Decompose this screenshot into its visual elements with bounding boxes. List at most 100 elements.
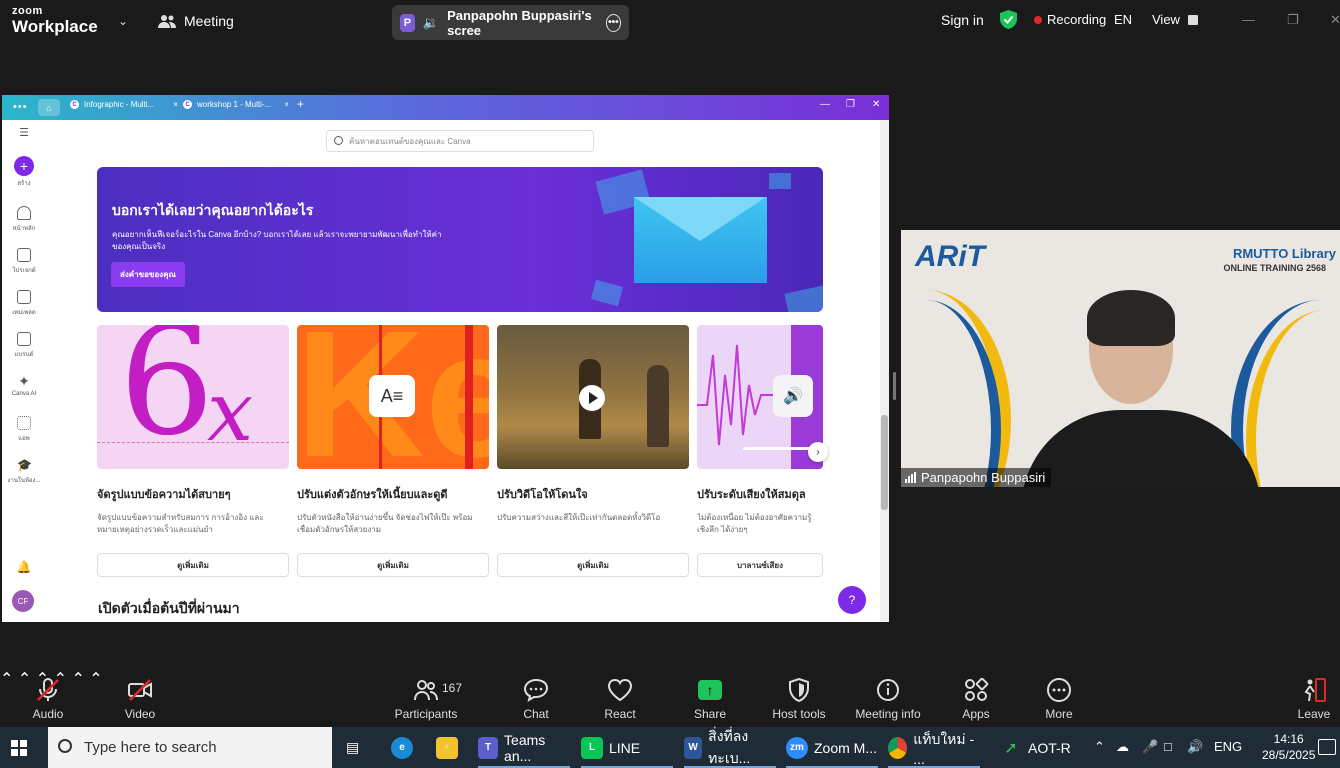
language-button[interactable]: EN	[1114, 12, 1132, 27]
hamburger-icon[interactable]: ☰	[2, 126, 46, 139]
library-subtitle: ONLINE TRAINING 2568	[1223, 263, 1326, 273]
participant-figure	[1021, 290, 1261, 487]
sidebar-item-brand[interactable]: แบรนด์	[2, 332, 46, 359]
browser-maximize-icon[interactable]: ❐	[846, 99, 855, 110]
apps-grid-icon	[17, 416, 31, 430]
share-button[interactable]: ↑ Share	[690, 669, 730, 727]
taskbar-app-teams[interactable]: T Teams an...	[478, 727, 570, 768]
sidebar-item-canva-ai[interactable]: ✦ Canva AI	[2, 374, 46, 397]
card-thumbnail	[497, 325, 689, 469]
new-tab-icon[interactable]: +	[297, 97, 304, 111]
sidebar-item-templates[interactable]: เทมเพลต	[2, 290, 46, 317]
help-button[interactable]: ?	[838, 586, 866, 614]
signal-bars-icon	[905, 472, 916, 483]
screen-share-indicator[interactable]: P 🔉 Panpapohn Buppasiri's scree •••	[392, 5, 629, 40]
sidebar-item-home[interactable]: หน้าหลัก	[2, 206, 46, 233]
browser-close-icon[interactable]: ✕	[872, 99, 880, 110]
recording-indicator[interactable]: Recording	[1034, 12, 1106, 27]
chevron-down-icon[interactable]: ⌄	[118, 14, 128, 28]
close-icon[interactable]: ✕	[1330, 12, 1340, 28]
tray-chevron-icon[interactable]: ⌃	[1094, 739, 1105, 755]
canva-sidebar: ☰ + สร้าง หน้าหลัก โปรเจกต์ เทมเพลต แบรน…	[2, 120, 46, 622]
video-muted-icon	[128, 679, 152, 701]
info-icon	[877, 679, 899, 701]
feature-card[interactable]: ปรับวิดีโอให้โดนใจ ปรับความสว่างและสีให้…	[497, 325, 689, 577]
play-icon[interactable]	[579, 385, 605, 411]
onedrive-icon[interactable]: ☁	[1116, 739, 1129, 755]
carousel-next-icon[interactable]: ›	[808, 442, 828, 462]
minimize-icon[interactable]: —	[1242, 12, 1255, 27]
taskbar-app-chrome[interactable]: แท็บใหม่ - ...	[888, 727, 980, 768]
taskbar-app-line[interactable]: L LINE	[581, 727, 673, 768]
card-desc: ปรับความสว่างและสีให้เป๊ะเท่ากันตลอดทั้ง…	[497, 513, 661, 522]
host-tools-button[interactable]: Host tools	[768, 669, 830, 727]
zoom-logo[interactable]: zoom Workplace	[12, 6, 98, 36]
taskbar-search-input[interactable]: Type here to search	[48, 727, 332, 768]
windows-start-icon[interactable]	[11, 740, 27, 756]
sign-in-link[interactable]: Sign in	[941, 12, 984, 28]
video-button[interactable]: Video	[120, 669, 160, 727]
taskbar-app-zoom[interactable]: zm Zoom M...	[786, 727, 878, 768]
tab-close-icon[interactable]: ×	[173, 100, 178, 109]
notification-icon[interactable]	[1318, 739, 1336, 755]
participants-button[interactable]: Participants	[391, 669, 461, 727]
speaker-icon: 🔉	[422, 14, 440, 30]
sidebar-item-apps[interactable]: แอพ	[2, 416, 46, 443]
scrollbar[interactable]	[880, 120, 889, 622]
more-button[interactable]: More	[1039, 669, 1079, 727]
leave-button[interactable]: Leave	[1294, 669, 1334, 727]
security-shield-icon[interactable]	[1000, 10, 1017, 29]
share-options-caret[interactable]: ⌃	[71, 671, 84, 688]
browser-tab[interactable]: C workshop 1 - Multi-... ×	[183, 100, 289, 109]
browser-tab[interactable]: C Infographic - Multi... ×	[70, 100, 178, 109]
edge-icon[interactable]: e	[391, 727, 413, 768]
learn-more-button[interactable]: ดูเพิ่มเติม	[297, 553, 489, 577]
more-options-icon[interactable]: •••	[605, 13, 621, 32]
bell-icon[interactable]: 🔔	[2, 560, 46, 574]
system-clock[interactable]: 14:16 28/5/2025	[1262, 731, 1315, 763]
meeting-info-button[interactable]: Meeting info	[850, 669, 926, 727]
react-button[interactable]: React	[600, 669, 640, 727]
sidebar-item-create[interactable]: สร้าง	[2, 178, 46, 188]
speaker-icon: 🔊	[773, 375, 813, 417]
sidebar-item-projects[interactable]: โปรเจกต์	[2, 248, 46, 275]
file-explorer-icon[interactable]: ▫	[436, 727, 458, 768]
apps-button[interactable]: Apps	[956, 669, 996, 727]
search-input[interactable]: ค้นหาคอนเทนต์ของคุณและ Canva	[326, 130, 594, 152]
template-icon	[17, 290, 31, 304]
maximize-icon[interactable]: ❐	[1287, 12, 1299, 28]
chat-button[interactable]: Chat	[516, 669, 556, 727]
learn-more-button[interactable]: ดูเพิ่มเติม	[97, 553, 289, 577]
network-icon[interactable]: □	[1164, 739, 1172, 754]
volume-icon[interactable]: 🔊	[1187, 739, 1203, 755]
avatar[interactable]: CF	[12, 590, 34, 612]
microphone-icon[interactable]: 🎤	[1142, 739, 1158, 755]
card-title: ปรับแต่งตัวอักษรให้เนี้ยบและดูดี	[297, 489, 448, 501]
taskbar-app-aot[interactable]: ➚ AOT-R	[1000, 727, 1070, 768]
section-title: เปิดตัวเมื่อต้นปีที่ผ่านมา	[98, 600, 240, 616]
audio-button[interactable]: Audio	[28, 669, 68, 727]
feature-card[interactable]: Ke A≡ ปรับแต่งตัวอักษรให้เนี้ยบและดูดี ป…	[297, 325, 489, 577]
apps-options-caret[interactable]: ⌃	[89, 671, 102, 688]
feature-card[interactable]: 6 x จัดรูปแบบข้อความได้สบายๆ จัดรูปแบบข้…	[97, 325, 289, 577]
feature-card[interactable]: 🔊 ปรับระดับเสียงให้สมดุล ไม่ต้องเหนื่อย …	[697, 325, 823, 577]
create-plus-icon[interactable]: +	[14, 156, 34, 176]
tab-close-icon[interactable]: ×	[284, 100, 289, 109]
audio-options-caret[interactable]: ⌃	[0, 671, 13, 688]
chat-icon	[523, 678, 549, 702]
sidebar-item-classroom[interactable]: 🎓 งานในห้อง...	[2, 458, 46, 485]
browser-minimize-icon[interactable]: —	[820, 99, 830, 110]
resize-handle[interactable]	[893, 372, 896, 400]
view-button[interactable]: View	[1152, 12, 1198, 27]
home-icon[interactable]: ⌂	[38, 99, 60, 116]
input-language[interactable]: ENG	[1214, 739, 1242, 754]
participant-video[interactable]: ARiT RMUTTO Library ONLINE TRAINING 2568…	[901, 230, 1340, 487]
browser-menu-icon[interactable]: •••	[13, 101, 28, 113]
taskbar-app-word[interactable]: W สิ่งที่ลงทะเบ...	[684, 727, 776, 768]
balance-audio-button[interactable]: บาลานซ์เสียง	[697, 553, 823, 577]
learn-more-button[interactable]: ดูเพิ่มเติม	[497, 553, 689, 577]
meeting-menu[interactable]: Meeting	[158, 13, 234, 29]
task-view-icon[interactable]: ▤	[346, 727, 359, 768]
send-request-button[interactable]: ส่งคำขอของคุณ	[111, 262, 185, 287]
word-icon: W	[684, 736, 703, 759]
